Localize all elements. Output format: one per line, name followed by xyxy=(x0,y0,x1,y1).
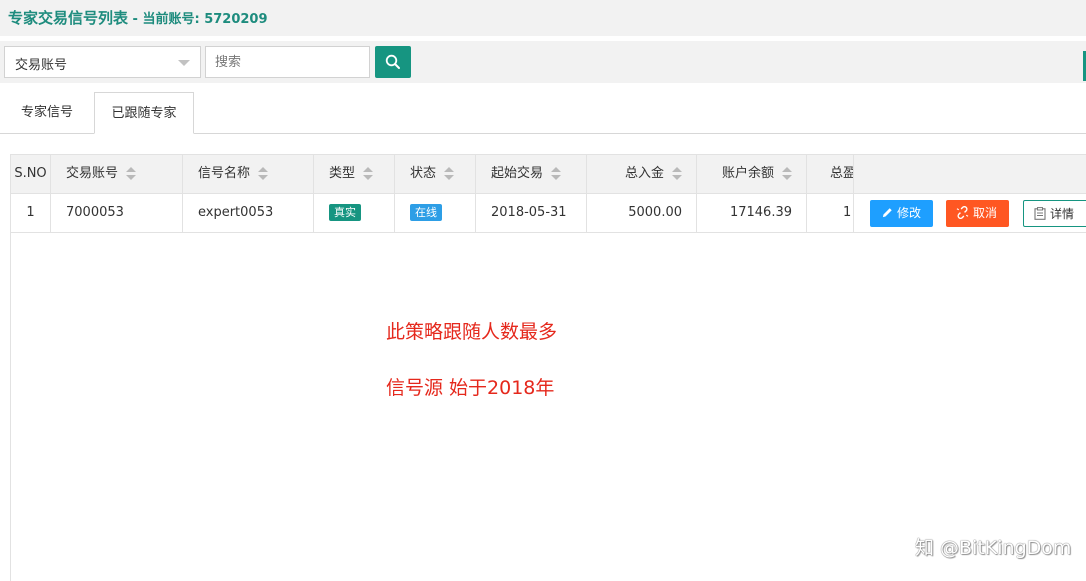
toolbar: 交易账号 xyxy=(0,41,1086,83)
watermark: 知 @BitKingDom xyxy=(915,537,1072,559)
chevron-down-icon xyxy=(178,60,190,66)
column-header-account[interactable]: 交易账号 xyxy=(51,155,183,193)
sort-icon[interactable] xyxy=(672,166,682,181)
sort-icon[interactable] xyxy=(782,166,792,181)
sort-icon[interactable] xyxy=(126,166,137,181)
tab-followed-experts[interactable]: 已跟随专家 xyxy=(94,92,194,134)
annotation-most-followers: 此策略跟随人数最多 xyxy=(386,321,558,343)
cancel-button[interactable]: 取消 xyxy=(946,200,1009,227)
cell-total-deposit: 5000.00 xyxy=(587,194,697,232)
table-header: S.NO 交易账号 信号名称 类型 状态 起始交易 总入金 账户余额 总盈 xyxy=(11,155,1086,194)
unlink-icon xyxy=(956,206,969,219)
column-header-sno: S.NO xyxy=(11,155,51,193)
column-header-total-profit[interactable]: 总盈 xyxy=(807,155,854,193)
tab-bar: 专家信号 已跟随专家 xyxy=(0,92,1086,134)
signals-table: S.NO 交易账号 信号名称 类型 状态 起始交易 总入金 账户余额 总盈 1 … xyxy=(10,154,1086,581)
sort-icon[interactable] xyxy=(258,166,269,181)
search-button[interactable] xyxy=(375,46,411,78)
sort-icon[interactable] xyxy=(444,166,455,181)
column-header-start-trade[interactable]: 起始交易 xyxy=(476,155,587,193)
cell-account: 7000053 xyxy=(51,194,183,232)
cell-type: 真实 xyxy=(314,194,395,232)
tab-expert-signals[interactable]: 专家信号 xyxy=(8,92,86,134)
column-header-signal-name[interactable]: 信号名称 xyxy=(183,155,314,193)
detail-button[interactable]: 详情 xyxy=(1023,200,1086,227)
column-header-type[interactable]: 类型 xyxy=(314,155,395,193)
cell-signal-name: expert0053 xyxy=(183,194,314,232)
cell-total-profit: 1 xyxy=(807,194,854,232)
cell-start-trade: 2018-05-31 xyxy=(476,194,587,232)
sort-icon[interactable] xyxy=(551,166,562,181)
cell-status: 在线 xyxy=(395,194,476,232)
clipboard-icon xyxy=(1034,207,1046,220)
column-header-status[interactable]: 状态 xyxy=(395,155,476,193)
edit-button[interactable]: 修改 xyxy=(870,200,933,227)
account-type-select[interactable]: 交易账号 xyxy=(4,46,201,78)
search-icon xyxy=(385,54,400,69)
cell-balance: 17146.39 xyxy=(697,194,807,232)
edit-button-label: 修改 xyxy=(897,206,922,220)
detail-button-label: 详情 xyxy=(1050,207,1075,221)
column-header-total-deposit[interactable]: 总入金 xyxy=(587,155,697,193)
page-title-text: 专家交易信号列表 xyxy=(8,9,129,27)
cell-sno: 1 xyxy=(11,194,51,232)
pencil-icon xyxy=(882,208,892,218)
annotation-signal-since-2018: 信号源 始于2018年 xyxy=(386,377,555,399)
title-bar: 专家交易信号列表 - 当前账号: 5720209 xyxy=(0,0,1086,36)
sort-icon[interactable] xyxy=(363,166,374,181)
current-account: - 当前账号: 5720209 xyxy=(128,12,268,27)
column-header-balance[interactable]: 账户余额 xyxy=(697,155,807,193)
cancel-button-label: 取消 xyxy=(973,206,998,220)
page-title: 专家交易信号列表 - 当前账号: 5720209 xyxy=(8,7,268,28)
account-type-select-value: 交易账号 xyxy=(15,58,68,73)
type-badge: 真实 xyxy=(329,204,361,221)
search-input[interactable] xyxy=(205,46,370,78)
status-badge: 在线 xyxy=(410,204,442,221)
